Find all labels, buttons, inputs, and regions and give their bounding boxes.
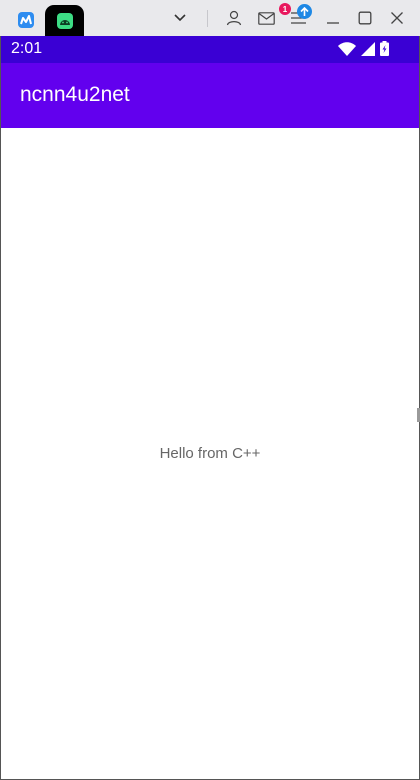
app-title: ncnn4u2net [20,83,130,106]
app-bar: ncnn4u2net [1,63,419,128]
host-tab-mirroring-app[interactable] [12,6,40,34]
signal-icon [361,41,375,61]
wifi-icon [338,41,356,61]
android-icon [56,12,73,29]
app-logo-icon [18,12,34,28]
chevron-down-icon[interactable] [168,6,192,30]
battery-icon [380,41,389,61]
minimize-icon[interactable] [321,6,345,30]
maximize-icon[interactable] [353,6,377,30]
status-time: 2:01 [11,40,43,57]
main-content: Hello from C++ [1,128,420,779]
user-icon[interactable] [222,6,246,30]
upload-icon[interactable] [297,4,312,19]
device-screen: 2:01 ncnn4u2net Hello from C++ [0,36,420,780]
close-icon[interactable] [385,6,409,30]
status-bar: 2:01 [1,36,419,63]
host-window-bar: 1 [0,0,420,36]
hello-text: Hello from C++ [159,445,261,462]
mail-icon[interactable] [254,6,278,30]
host-divider [207,10,208,27]
status-icons [338,41,389,61]
host-tab-android-device[interactable] [45,5,84,36]
